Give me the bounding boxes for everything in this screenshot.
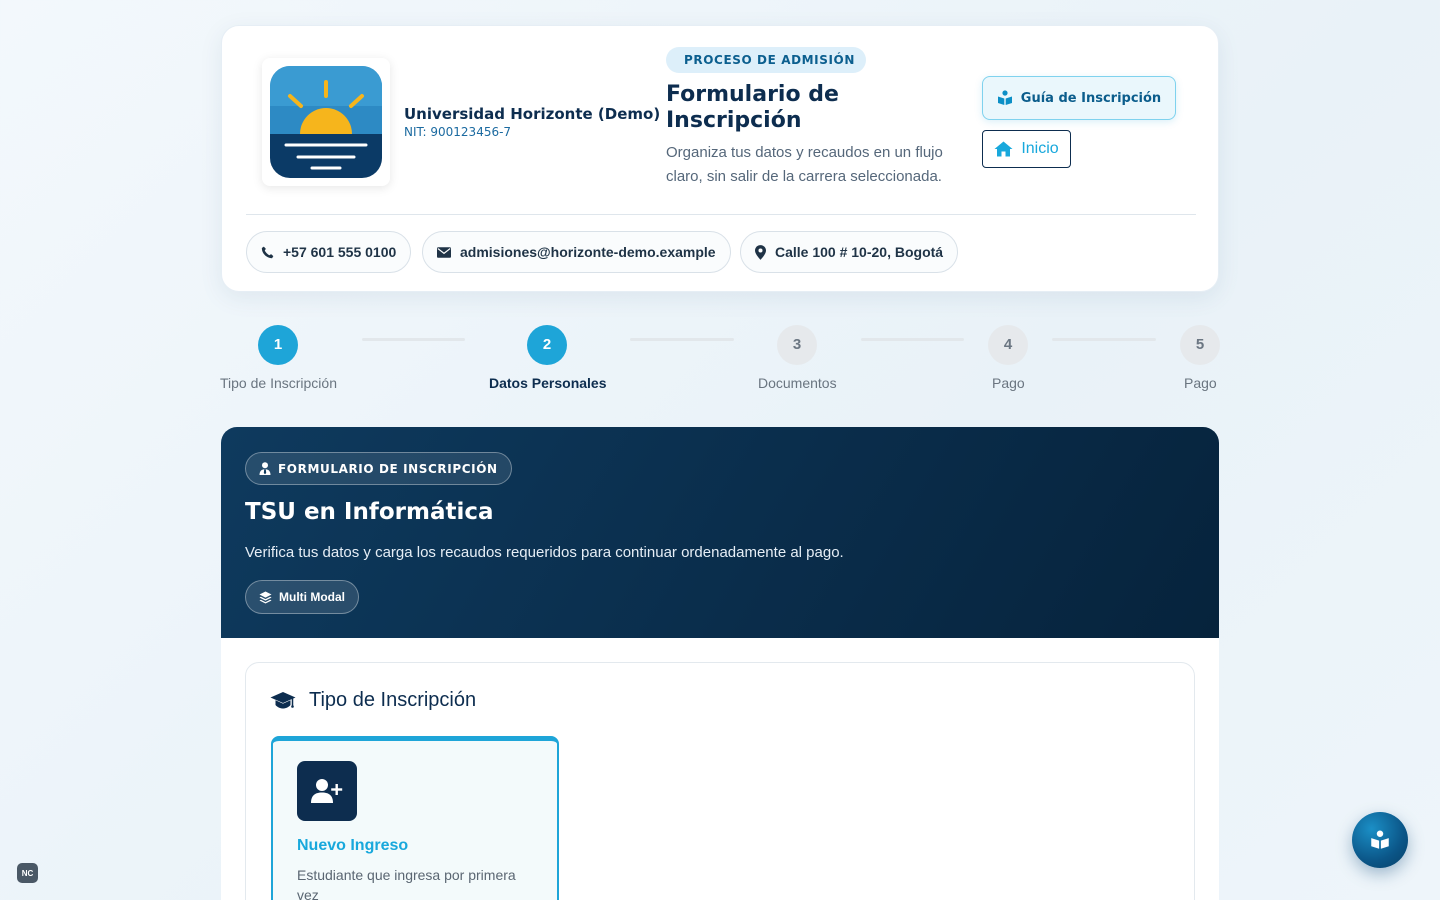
nc-widget-badge[interactable]: NC — [17, 863, 38, 883]
option-icon-box — [297, 761, 357, 821]
modality-badge: Multi Modal — [245, 580, 359, 614]
guide-button[interactable]: Guía de Inscripción — [982, 76, 1176, 120]
form-badge-label: FORMULARIO DE INSCRIPCIÓN — [278, 461, 498, 476]
contact-phone[interactable]: +57 601 555 0100 — [246, 231, 412, 273]
form-badge: FORMULARIO DE INSCRIPCIÓN — [245, 452, 512, 485]
contact-email[interactable]: admisiones@horizonte-demo.example — [422, 231, 731, 273]
step-label: Pago — [1184, 375, 1217, 391]
step-label: Pago — [992, 375, 1025, 391]
envelope-icon — [437, 246, 451, 258]
step-number: 5 — [1180, 325, 1220, 365]
contact-phone-text: +57 601 555 0100 — [283, 244, 397, 260]
step-number: 4 — [988, 325, 1028, 365]
option-description: Estudiante que ingresa por primera vez — [297, 867, 516, 900]
contact-address-text: Calle 100 # 10-20, Bogotá — [775, 244, 944, 260]
institution-header-card: Universidad Horizonte (Demo) NIT: 900123… — [221, 25, 1219, 292]
user-plus-icon — [311, 779, 343, 803]
form-body: Tipo de Inscripción Nuevo Ingreso Estudi… — [221, 638, 1219, 900]
home-button-label: Inicio — [1021, 140, 1059, 157]
step-number: 1 — [258, 325, 298, 365]
university-nit: NIT: 900123456-7 — [404, 125, 512, 139]
graduation-cap-icon — [270, 691, 296, 708]
book-reader-icon — [1371, 830, 1389, 849]
map-pin-icon — [755, 244, 766, 260]
university-logo — [262, 58, 390, 186]
step-number: 3 — [777, 325, 817, 365]
layers-icon — [259, 590, 272, 604]
step-connector — [861, 338, 964, 341]
step-connector — [630, 338, 734, 341]
section-title: Tipo de Inscripción — [309, 689, 477, 711]
guide-button-label: Guía de Inscripción — [1020, 90, 1162, 106]
page-title: Formulario de Inscripción — [666, 82, 839, 133]
modality-label: Multi Modal — [279, 590, 345, 604]
contact-email-text: admisiones@horizonte-demo.example — [460, 244, 716, 260]
phone-icon — [261, 246, 274, 258]
inscription-type-section: Tipo de Inscripción Nuevo Ingreso Estudi… — [245, 662, 1195, 900]
header-divider — [246, 214, 1196, 215]
step-connector — [1052, 338, 1156, 341]
step-label: Documentos — [758, 375, 837, 391]
step-label: Tipo de Inscripción — [220, 375, 337, 391]
contact-address[interactable]: Calle 100 # 10-20, Bogotá — [740, 231, 959, 273]
option-nuevo-ingreso[interactable]: Nuevo Ingreso Estudiante que ingresa por… — [271, 736, 559, 900]
step-connector — [362, 338, 465, 341]
home-icon — [994, 141, 1013, 157]
guide-floating-button[interactable] — [1352, 812, 1408, 868]
section-heading: Tipo de Inscripción — [270, 689, 476, 712]
program-title: TSU en Informática — [245, 499, 494, 525]
process-badge: PROCESO DE ADMISIÓN — [666, 47, 867, 73]
sunrise-logo-icon — [270, 66, 382, 178]
program-hero: FORMULARIO DE INSCRIPCIÓN TSU en Informá… — [221, 427, 1219, 638]
option-title: Nuevo Ingreso — [297, 837, 409, 854]
page-subtitle: Organiza tus datos y recaudos en un fluj… — [666, 144, 943, 185]
university-name: Universidad Horizonte (Demo) — [404, 105, 661, 123]
user-tie-icon — [259, 462, 271, 475]
home-button[interactable]: Inicio — [982, 130, 1071, 168]
step-label: Datos Personales — [489, 375, 607, 391]
book-reader-icon — [997, 90, 1012, 105]
step-number: 2 — [527, 325, 567, 365]
program-subtitle: Verifica tus datos y carga los recaudos … — [245, 544, 844, 561]
